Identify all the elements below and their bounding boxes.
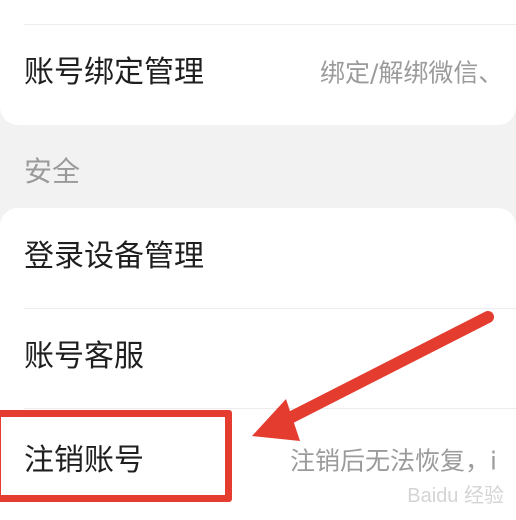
security-section-title: 安全: [24, 155, 81, 188]
account-customer-service-row[interactable]: 账号客服: [0, 308, 516, 406]
login-device-management-row[interactable]: 登录设备管理: [0, 208, 516, 306]
account-binding-title: 账号绑定管理: [24, 55, 204, 90]
account-settings-card: 账号绑定管理 绑定/解绑微信、: [0, 0, 516, 125]
security-card: 登录设备管理 账号客服 注销账号 注销后无法恢复，i: [0, 208, 516, 520]
account-binding-description: 绑定/解绑微信、: [320, 58, 504, 88]
account-binding-row[interactable]: 账号绑定管理 绑定/解绑微信、: [0, 24, 516, 122]
deactivate-account-title: 注销账号: [24, 443, 144, 478]
login-device-management-title: 登录设备管理: [24, 239, 204, 274]
row-divider: [24, 408, 516, 409]
baidu-watermark: Baidu 经验: [407, 485, 504, 507]
deactivate-account-description: 注销后无法恢复，i: [290, 446, 497, 476]
settings-screen: 账号绑定管理 绑定/解绑微信、 安全 登录设备管理 账号客服 注销账号 注销后无…: [0, 0, 516, 520]
account-customer-service-title: 账号客服: [24, 339, 144, 374]
